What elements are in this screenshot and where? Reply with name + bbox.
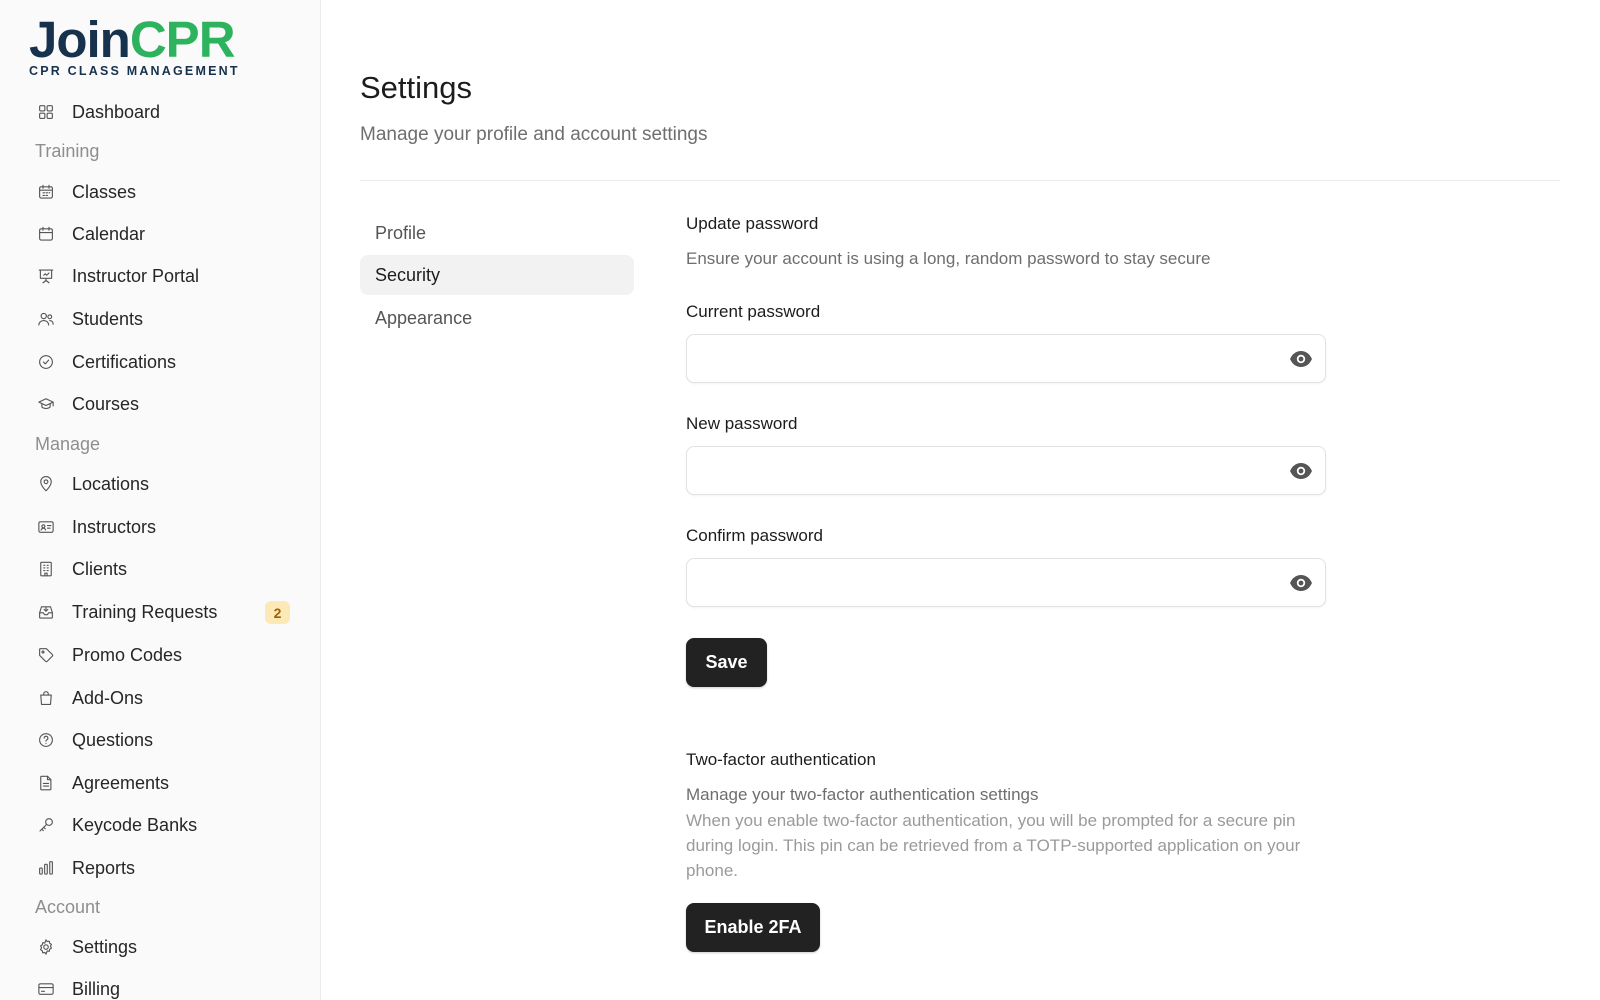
file-text-icon bbox=[36, 773, 56, 793]
training-requests-count-badge: 2 bbox=[265, 601, 290, 624]
presentation-icon bbox=[36, 266, 56, 286]
sidebar-item-clients[interactable]: Clients bbox=[30, 551, 292, 587]
new-password-input[interactable] bbox=[687, 447, 1267, 494]
sidebar-item-questions[interactable]: Questions bbox=[30, 722, 292, 758]
sidebar-item-label: Locations bbox=[72, 473, 150, 494]
sidebar-item-locations[interactable]: Locations bbox=[30, 466, 292, 502]
sidebar: JoinCPR CPR CLASS MANAGEMENT Dashboard T… bbox=[0, 0, 321, 1000]
sidebar-item-keycode-banks[interactable]: Keycode Banks bbox=[30, 807, 292, 843]
sidebar-group-manage: Manage bbox=[35, 434, 101, 454]
tag-icon bbox=[36, 645, 56, 665]
settings-tab-security[interactable]: Security bbox=[360, 255, 634, 295]
logo-word-join: Join bbox=[29, 11, 131, 68]
brand-logo[interactable]: JoinCPR CPR CLASS MANAGEMENT bbox=[29, 11, 240, 79]
save-button[interactable]: Save bbox=[686, 638, 767, 687]
sidebar-item-label: Settings bbox=[72, 936, 138, 957]
shopping-bag-icon bbox=[36, 688, 56, 708]
sidebar-item-students[interactable]: Students bbox=[30, 301, 292, 337]
sidebar-item-label: Promo Codes bbox=[72, 644, 183, 665]
bar-chart-icon bbox=[36, 858, 56, 878]
gear-icon bbox=[36, 937, 56, 957]
map-pin-icon bbox=[36, 474, 56, 494]
sidebar-item-label: Questions bbox=[72, 729, 154, 750]
logo-word-cpr: CPR bbox=[129, 11, 236, 68]
sidebar-item-agreements[interactable]: Agreements bbox=[30, 765, 292, 801]
page-title: Settings bbox=[360, 70, 473, 105]
key-icon bbox=[36, 815, 56, 835]
sidebar-item-label: Classes bbox=[72, 181, 137, 202]
building-icon bbox=[36, 559, 56, 579]
sidebar-item-label: Training Requests bbox=[72, 601, 218, 622]
sidebar-item-settings[interactable]: Settings bbox=[30, 929, 292, 965]
settings-tab-appearance[interactable]: Appearance bbox=[360, 298, 634, 338]
users-icon bbox=[36, 309, 56, 329]
grid-icon bbox=[36, 102, 56, 122]
header-divider bbox=[360, 180, 1560, 181]
two-factor-explanation: When you enable two-factor authenticatio… bbox=[686, 811, 1301, 880]
confirm-password-input[interactable] bbox=[687, 559, 1267, 606]
sidebar-item-label: Dashboard bbox=[72, 101, 161, 122]
sidebar-item-label: Courses bbox=[72, 393, 140, 414]
calendar-icon bbox=[36, 224, 56, 244]
sidebar-item-add-ons[interactable]: Add-Ons bbox=[30, 680, 292, 716]
confirm-password-field bbox=[686, 558, 1326, 607]
update-password-description: Ensure your account is using a long, ran… bbox=[686, 249, 1211, 268]
sidebar-item-label: Clients bbox=[72, 558, 128, 579]
sidebar-item-label: Certifications bbox=[72, 351, 177, 372]
credit-card-icon bbox=[36, 979, 56, 999]
settings-tab-profile[interactable]: Profile bbox=[360, 213, 634, 253]
enable-2fa-button[interactable]: Enable 2FA bbox=[686, 903, 820, 952]
sidebar-item-promo-codes[interactable]: Promo Codes bbox=[30, 637, 292, 673]
sidebar-item-reports[interactable]: Reports bbox=[30, 850, 292, 886]
inbox-icon bbox=[36, 602, 56, 622]
current-password-input[interactable] bbox=[687, 335, 1267, 382]
badge-check-icon bbox=[36, 352, 56, 372]
sidebar-group-account: Account bbox=[35, 897, 101, 917]
update-password-title: Update password bbox=[686, 214, 819, 233]
sidebar-item-calendar[interactable]: Calendar bbox=[30, 216, 292, 252]
sidebar-item-classes[interactable]: Classes bbox=[30, 174, 292, 210]
sidebar-item-label: Keycode Banks bbox=[72, 814, 198, 835]
sidebar-item-certifications[interactable]: Certifications bbox=[30, 344, 292, 380]
eye-icon[interactable] bbox=[1289, 348, 1313, 370]
sidebar-item-label: Instructor Portal bbox=[72, 265, 200, 286]
sidebar-item-label: Students bbox=[72, 308, 144, 329]
sidebar-item-dashboard[interactable]: Dashboard bbox=[30, 94, 292, 130]
two-factor-title: Two-factor authentication bbox=[686, 750, 876, 769]
sidebar-item-label: Calendar bbox=[72, 223, 146, 244]
id-card-icon bbox=[36, 517, 56, 537]
help-circle-icon bbox=[36, 730, 56, 750]
current-password-label: Current password bbox=[686, 302, 821, 321]
new-password-label: New password bbox=[686, 414, 798, 433]
page-subtitle: Manage your profile and account settings bbox=[360, 124, 708, 145]
eye-icon[interactable] bbox=[1289, 460, 1313, 482]
sidebar-item-instructors[interactable]: Instructors bbox=[30, 509, 292, 545]
calendar-grid-icon bbox=[36, 182, 56, 202]
new-password-field bbox=[686, 446, 1326, 495]
sidebar-item-label: Reports bbox=[72, 857, 136, 878]
eye-icon[interactable] bbox=[1289, 572, 1313, 594]
logo-tagline: CPR CLASS MANAGEMENT bbox=[29, 64, 240, 78]
sidebar-group-training: Training bbox=[35, 141, 100, 161]
sidebar-item-label: Add-Ons bbox=[72, 687, 144, 708]
current-password-field bbox=[686, 334, 1326, 383]
graduation-cap-icon bbox=[36, 394, 56, 414]
sidebar-item-label: Instructors bbox=[72, 516, 157, 537]
sidebar-item-billing[interactable]: Billing bbox=[30, 971, 292, 1000]
sidebar-item-training-requests[interactable]: Training Requests 2 bbox=[30, 594, 292, 630]
confirm-password-label: Confirm password bbox=[686, 526, 823, 545]
two-factor-description: Manage your two-factor authentication se… bbox=[686, 785, 1039, 804]
sidebar-item-courses[interactable]: Courses bbox=[30, 386, 292, 422]
sidebar-item-label: Billing bbox=[72, 978, 121, 999]
sidebar-item-instructor-portal[interactable]: Instructor Portal bbox=[30, 258, 292, 294]
sidebar-item-label: Agreements bbox=[72, 772, 170, 793]
